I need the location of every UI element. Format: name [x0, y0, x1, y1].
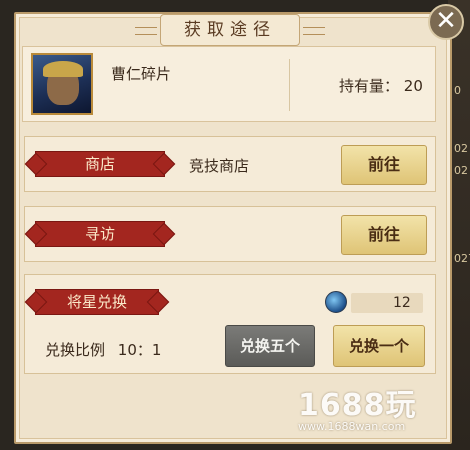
title-ornament-left: [135, 27, 157, 35]
bg-number: 0: [454, 84, 461, 97]
holding-value: 20: [403, 77, 423, 95]
currency-count: 12: [393, 295, 411, 311]
header-divider: [289, 59, 290, 111]
ratio-value: 10：1: [117, 341, 162, 359]
close-button[interactable]: ✕: [428, 4, 464, 40]
bg-number: 02: [454, 164, 468, 177]
title-ornament-right: [303, 27, 325, 35]
exchange-ratio: 兑换比例 10：1: [45, 339, 161, 360]
exchange-one-button[interactable]: 兑换一个: [333, 325, 425, 367]
source-detail: 竞技商店: [189, 157, 250, 175]
exchange-five-button[interactable]: 兑换五个: [225, 325, 315, 367]
blue-gem-icon: [325, 291, 347, 313]
watermark-url: www.1688wan.com: [298, 420, 406, 433]
dialog-title: 获取途径: [184, 20, 276, 40]
item-header: 曹仁碎片 持有量： 20: [22, 46, 436, 122]
source-tag-shop: 商店: [35, 151, 165, 177]
source-row-shop: 商店 竞技商店 前往: [24, 136, 436, 192]
goto-shop-button[interactable]: 前往: [341, 145, 427, 185]
goto-visit-button[interactable]: 前往: [341, 215, 427, 255]
holding-amount: 持有量： 20: [339, 75, 423, 96]
watermark: 1688玩 www.1688wan.com: [298, 380, 417, 433]
source-row-visit: 寻访 前往: [24, 206, 436, 262]
bg-number: 02: [454, 142, 468, 155]
item-name: 曹仁碎片: [111, 65, 172, 83]
holding-label: 持有量：: [339, 77, 400, 95]
watermark-logo: 1688玩: [298, 388, 417, 423]
bg-number: 027: [454, 252, 470, 265]
ratio-label: 兑换比例: [45, 341, 106, 359]
source-tag-visit: 寻访: [35, 221, 165, 247]
dialog-title-plate: 获取途径: [135, 14, 325, 46]
exchange-section: 将星兑换 12 兑换比例 10：1 兑换五个 兑换一个: [24, 274, 436, 374]
portrait-helmet: [43, 61, 83, 77]
hero-portrait: [31, 53, 93, 115]
currency-bar: [351, 293, 423, 313]
close-icon: ✕: [435, 6, 457, 36]
exchange-tag: 将星兑换: [35, 289, 159, 315]
